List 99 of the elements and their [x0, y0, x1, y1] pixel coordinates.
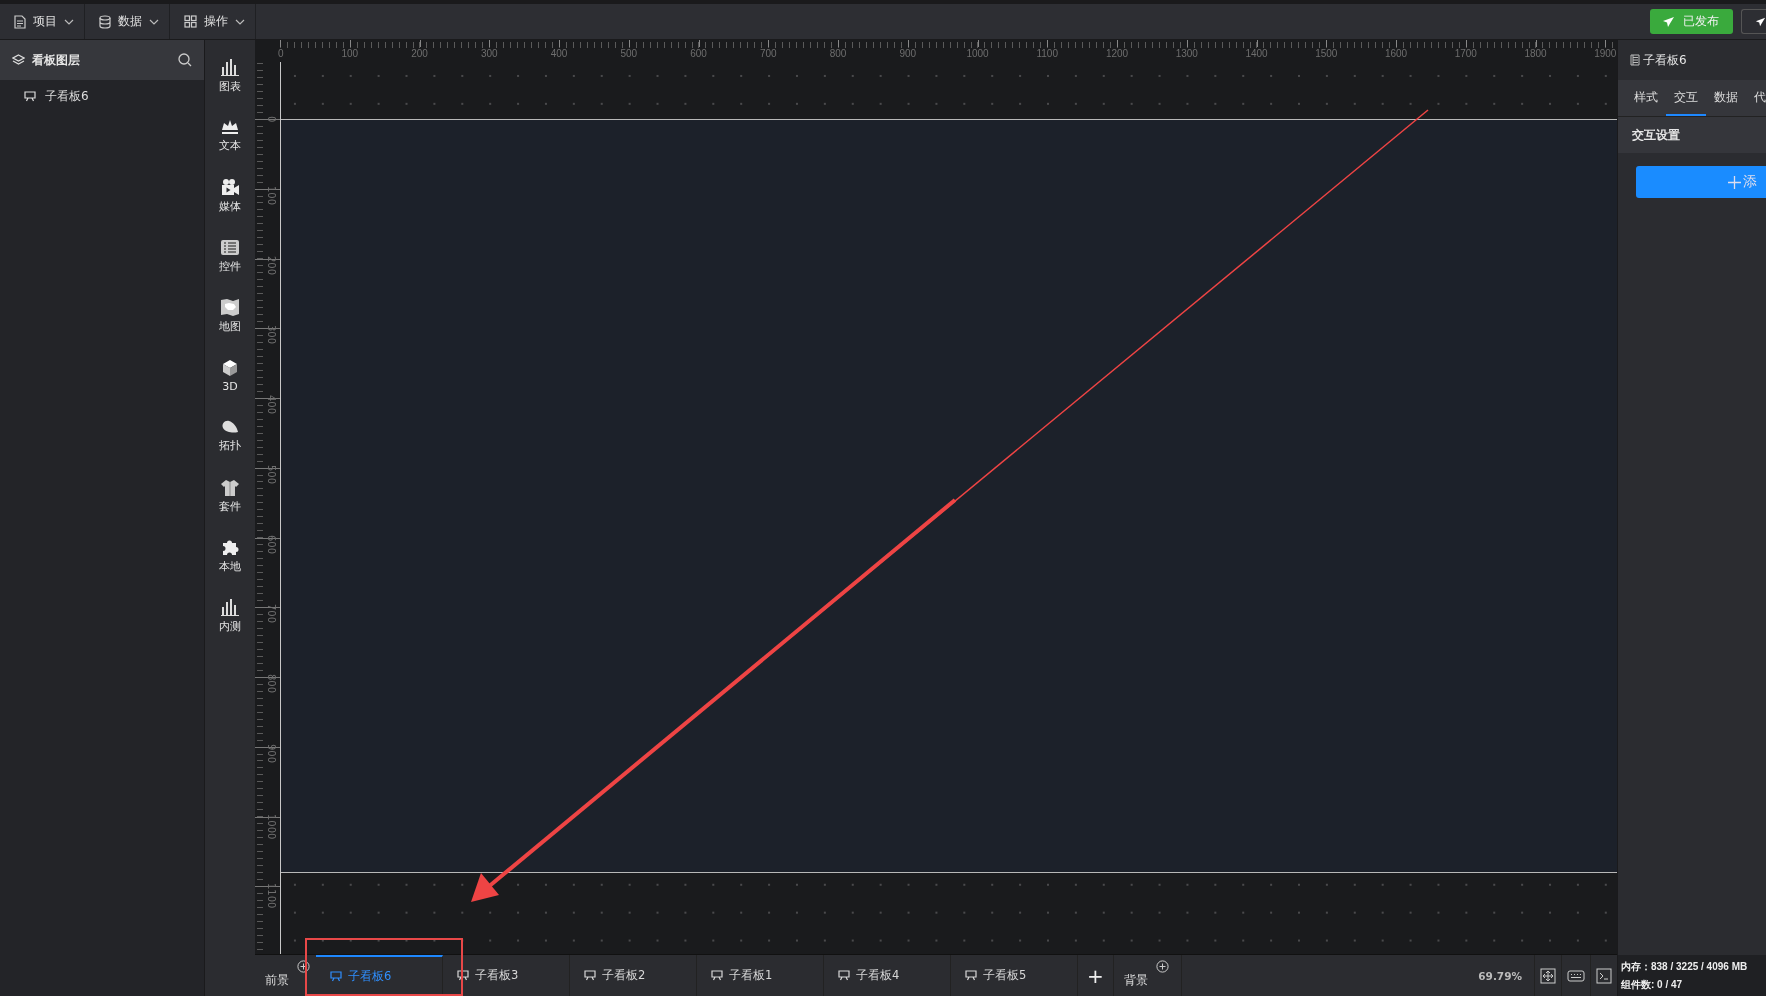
caret-icon — [235, 18, 245, 25]
tool-button[interactable]: 本地 — [205, 526, 255, 586]
tool-button[interactable]: 拓扑 — [205, 406, 255, 466]
ruler-label: 1700 — [1454, 48, 1477, 59]
ruler-label: 400 — [266, 395, 277, 415]
panel-title: 看板图层 — [32, 51, 81, 69]
menu-button[interactable]: 数据 — [85, 4, 170, 39]
ruler-label: 100 — [266, 185, 277, 205]
ruler-label: 400 — [550, 48, 568, 59]
ruler-label: 900 — [899, 48, 917, 59]
panel-title: 子看板6 — [1643, 51, 1687, 69]
list-icon — [220, 238, 240, 256]
tool-button[interactable]: 内测 — [205, 586, 255, 646]
keyboard-icon[interactable] — [1567, 969, 1585, 982]
ruler-label: 900 — [266, 743, 277, 763]
memory-usage: 内存：838 / 3225 / 4096 MB — [1621, 959, 1749, 974]
caret-icon — [149, 18, 159, 25]
ruler-label: 0 — [266, 116, 277, 123]
ruler-label: 600 — [690, 48, 707, 59]
fit-screen-icon[interactable] — [1540, 967, 1556, 984]
database-icon — [99, 14, 111, 29]
tool-button[interactable]: 图表 — [205, 46, 255, 106]
ruler-label: 500 — [266, 464, 277, 484]
menu-button[interactable]: 项目 — [0, 4, 85, 39]
document-icon — [1630, 54, 1640, 66]
ruler-label: 200 — [266, 255, 277, 275]
send-button[interactable] — [1741, 9, 1766, 34]
screen-icon — [711, 970, 723, 981]
ruler-label: 100 — [341, 48, 359, 59]
tab[interactable]: 子看板5 — [951, 955, 1078, 996]
screen-icon — [457, 970, 469, 981]
document-icon — [14, 14, 26, 29]
ruler-label: 1900 — [1594, 48, 1617, 59]
ruler-label: 700 — [266, 604, 277, 624]
puzzle-icon — [220, 538, 240, 556]
terminal-icon[interactable] — [1596, 967, 1612, 984]
shirt-icon — [220, 478, 240, 496]
add-tab-button[interactable]: + — [1078, 955, 1114, 996]
ruler-label: 1400 — [1245, 48, 1268, 59]
ruler-label: 1800 — [1524, 48, 1547, 59]
add-circle-icon[interactable] — [1156, 960, 1169, 973]
screen-icon — [24, 90, 36, 102]
bar-chart-icon — [220, 58, 240, 76]
tool-button[interactable]: 地图 — [205, 286, 255, 346]
tab[interactable]: 数据 — [1706, 80, 1746, 116]
ruler-label: 1500 — [1315, 48, 1338, 59]
background-label[interactable]: 背景 — [1124, 972, 1148, 989]
ruler-label: 1200 — [1105, 48, 1129, 59]
video-camera-icon — [220, 178, 240, 196]
ruler-label: 700 — [759, 48, 777, 59]
tab[interactable]: 子看板1 — [697, 955, 824, 996]
ruler-label: 800 — [266, 674, 277, 694]
ruler-label: 1100 — [266, 883, 277, 909]
ruler-label: 1000 — [966, 48, 989, 59]
blob-icon — [220, 419, 240, 435]
caret-icon — [64, 18, 74, 25]
add-circle-icon[interactable] — [297, 960, 310, 973]
ruler-label: 200 — [411, 48, 428, 59]
tool-button[interactable]: 文本 — [205, 106, 255, 166]
ruler-label: 300 — [266, 325, 277, 345]
send-icon — [1662, 15, 1675, 28]
ruler-label: 1300 — [1175, 48, 1198, 59]
crown-icon — [220, 119, 240, 135]
screen-icon — [838, 970, 850, 981]
screen-icon — [584, 970, 596, 981]
grid-icon — [184, 15, 197, 28]
screen-icon — [330, 971, 342, 982]
ruler-label: 1000 — [266, 813, 277, 839]
section-title: 交互设置 — [1632, 126, 1680, 144]
tab[interactable]: 子看板2 — [570, 955, 697, 996]
tool-button[interactable]: 3D — [205, 346, 255, 406]
ruler-label: 800 — [829, 48, 847, 59]
tool-button[interactable]: 套件 — [205, 466, 255, 526]
tab[interactable]: 子看板3 — [443, 955, 570, 996]
tool-button[interactable]: 媒体 — [205, 166, 255, 226]
tab[interactable]: 子看板6 — [316, 955, 443, 996]
ruler-label: 1100 — [1036, 48, 1058, 59]
zoom-level: 69.79% — [1478, 969, 1522, 982]
component-count: 组件数: 0 / 47 — [1621, 977, 1684, 992]
send-icon — [1755, 15, 1766, 28]
tab[interactable]: 样式 — [1630, 80, 1666, 116]
layer-item[interactable]: 子看板6 — [0, 80, 204, 112]
search-icon[interactable] — [178, 53, 192, 67]
ruler-label: 1600 — [1384, 48, 1408, 59]
bar-chart-icon — [220, 598, 240, 616]
ruler-label: 0 — [278, 48, 284, 59]
map-icon — [220, 298, 240, 316]
tool-button[interactable]: 控件 — [205, 226, 255, 286]
foreground-label[interactable]: 前景 — [265, 972, 289, 989]
layers-icon — [12, 54, 25, 66]
screen-icon — [965, 970, 977, 981]
ruler-label: 600 — [266, 534, 277, 554]
tab[interactable]: 子看板4 — [824, 955, 951, 996]
ruler-label: 300 — [480, 48, 498, 59]
ruler-label: 500 — [620, 48, 638, 59]
menu-button[interactable]: 操作 — [170, 4, 256, 39]
plus-icon — [1728, 175, 1741, 189]
cube-icon — [221, 359, 239, 377]
tab[interactable]: 代 — [1746, 80, 1766, 116]
